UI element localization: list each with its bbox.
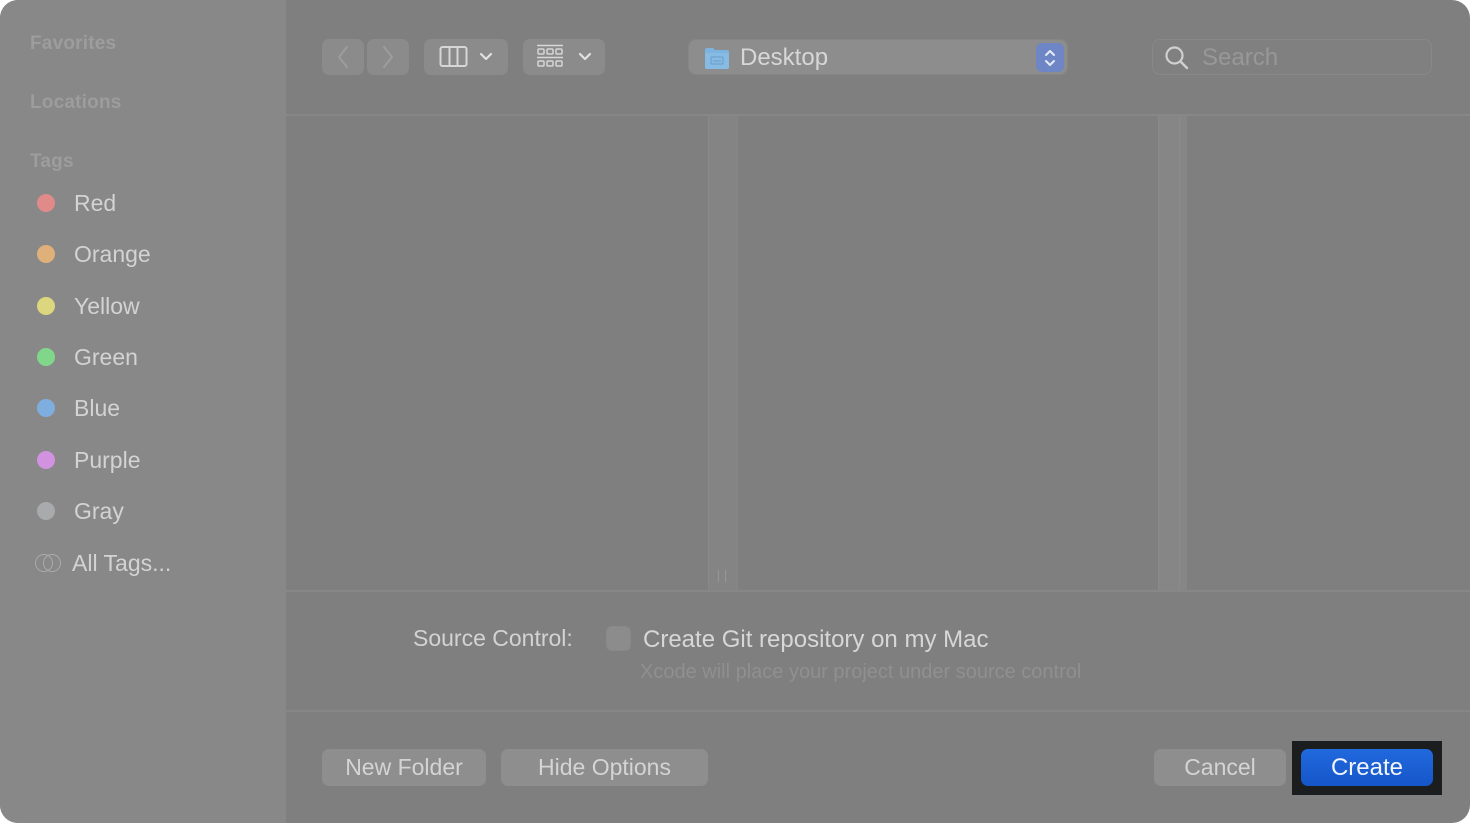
sidebar-tag-blue[interactable]: Blue [37, 393, 120, 423]
save-dialog: Favorites Locations Tags Red Orange Yell… [0, 0, 1470, 823]
column-divider[interactable] [708, 116, 738, 590]
new-folder-button[interactable]: New Folder [322, 749, 486, 786]
chevron-right-icon [383, 46, 393, 68]
tag-color-dot-icon [37, 297, 55, 315]
sidebar-all-tags[interactable]: All Tags... [35, 548, 172, 578]
location-popup[interactable]: Desktop [688, 39, 1068, 75]
divider [286, 710, 1470, 712]
sidebar-tag-red[interactable]: Red [37, 188, 116, 218]
file-browser[interactable] [286, 114, 1470, 592]
sidebar-tag-label: Yellow [74, 292, 140, 319]
cancel-button[interactable]: Cancel [1154, 749, 1286, 786]
view-mode-button[interactable] [424, 39, 508, 75]
sidebar-tag-green[interactable]: Green [37, 342, 138, 372]
column-divider-line [1179, 116, 1180, 590]
sidebar-tag-label: Orange [74, 240, 151, 267]
column-divider[interactable] [1158, 116, 1187, 590]
tag-color-dot-icon [37, 245, 55, 263]
chevron-down-icon [479, 52, 493, 61]
sidebar-section-locations: Locations [30, 92, 122, 113]
desktop-folder-icon [705, 48, 729, 69]
sidebar-section-tags: Tags [30, 151, 74, 172]
forward-button[interactable] [367, 39, 409, 75]
sidebar-tag-label: Gray [74, 497, 124, 524]
search-icon [1165, 46, 1189, 70]
sidebar-tag-orange[interactable]: Orange [37, 239, 151, 269]
sidebar-tag-gray[interactable]: Gray [37, 496, 124, 526]
chevron-down-icon [578, 52, 592, 61]
tag-color-dot-icon [37, 348, 55, 366]
sidebar-all-tags-label: All Tags... [72, 549, 172, 576]
sidebar-tag-label: Purple [74, 446, 141, 473]
hide-options-button[interactable]: Hide Options [501, 749, 708, 786]
location-stepper[interactable] [1036, 43, 1064, 72]
sidebar: Favorites Locations Tags Red Orange Yell… [0, 0, 286, 823]
columns-icon [439, 46, 468, 67]
back-button[interactable] [322, 39, 364, 75]
create-button[interactable]: Create [1301, 749, 1433, 786]
sidebar-tag-label: Blue [74, 394, 121, 421]
location-label: Desktop [740, 44, 829, 71]
up-down-chevron-icon [1045, 49, 1055, 66]
tag-color-dot-icon [37, 194, 55, 212]
git-repository-checkbox[interactable] [606, 626, 631, 651]
chevron-left-icon [338, 46, 348, 68]
search-input[interactable]: Search [1202, 44, 1278, 72]
tag-color-dot-icon [37, 399, 55, 417]
sidebar-section-favorites: Favorites [30, 33, 117, 54]
column-resize-handle[interactable] [718, 570, 726, 582]
sidebar-tag-label: Red [74, 189, 117, 216]
git-repository-checkbox-label[interactable]: Create Git repository on my Mac [643, 626, 988, 654]
sidebar-tag-label: Green [74, 343, 138, 370]
tag-color-dot-icon [37, 451, 55, 469]
search-field[interactable]: Search [1152, 39, 1432, 75]
git-help-text: Xcode will place your project under sour… [640, 661, 1082, 683]
sidebar-tag-yellow[interactable]: Yellow [37, 291, 140, 321]
grid-icon [537, 44, 563, 67]
group-button[interactable] [523, 39, 605, 75]
all-tags-icon [35, 554, 61, 572]
sidebar-tag-purple[interactable]: Purple [37, 445, 140, 475]
tag-color-dot-icon [37, 502, 55, 520]
source-control-label: Source Control: [413, 625, 573, 651]
